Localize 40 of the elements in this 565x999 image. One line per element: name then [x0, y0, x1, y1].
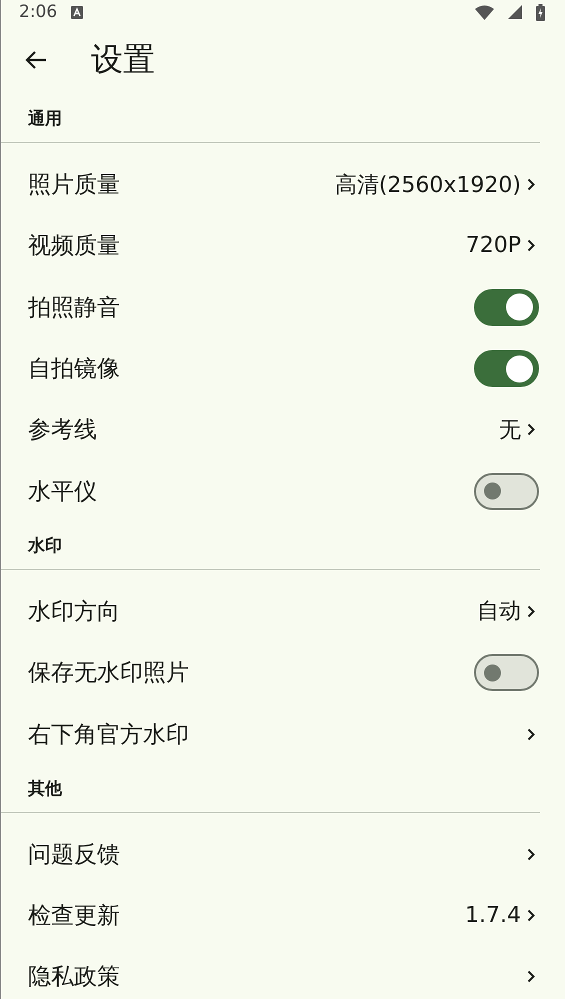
- chevron-right-icon: [527, 423, 535, 436]
- section-title: 通用: [28, 108, 62, 130]
- setting-label: 水平仪: [28, 478, 98, 507]
- setting-label[interactable]: 视频质量: [28, 230, 466, 262]
- back-arrow-icon: [25, 50, 47, 70]
- wifi-icon: [475, 4, 494, 20]
- status-time: 2:06: [19, 2, 58, 22]
- setting-value: 高清(2560x1920): [334, 172, 521, 200]
- setting-value: 无: [499, 416, 521, 445]
- setting-label[interactable]: 参考线: [28, 414, 499, 446]
- setting-label[interactable]: 右下角官方水印: [28, 718, 527, 750]
- chevron-right-icon: [527, 970, 535, 984]
- setting-label[interactable]: 水印方向: [28, 596, 477, 627]
- setting-label[interactable]: 隐私政策: [28, 961, 527, 992]
- chevron-right-icon: [527, 239, 535, 252]
- setting-label[interactable]: 问题反馈: [28, 838, 527, 870]
- page-title: 设置: [91, 38, 155, 80]
- setting-label[interactable]: 检查更新: [28, 900, 466, 932]
- toggle-switch[interactable]: [474, 472, 539, 510]
- setting-value: 1.7.4: [465, 903, 521, 928]
- toggle-switch[interactable]: [474, 288, 539, 326]
- signal-icon: [508, 5, 522, 19]
- setting-value: 720P: [466, 233, 521, 258]
- chevron-right-icon: [527, 848, 535, 861]
- toggle-switch[interactable]: [474, 350, 539, 388]
- chevron-right-icon: [527, 604, 535, 618]
- setting-label[interactable]: 照片质量: [28, 169, 335, 200]
- back-button[interactable]: [25, 50, 47, 70]
- notification-icon: [71, 6, 84, 18]
- section-title: 其他: [28, 778, 62, 800]
- setting-label: 自拍镜像: [28, 355, 121, 384]
- setting-value: 自动: [477, 598, 521, 626]
- chevron-right-icon: [527, 728, 535, 741]
- section-title: 水印: [28, 534, 62, 557]
- battery-icon: [536, 4, 545, 20]
- chevron-right-icon: [527, 178, 535, 192]
- setting-label: 拍照静音: [28, 294, 121, 323]
- setting-label: 保存无水印照片: [28, 659, 190, 688]
- toggle-switch[interactable]: [474, 654, 539, 692]
- chevron-right-icon: [527, 909, 535, 922]
